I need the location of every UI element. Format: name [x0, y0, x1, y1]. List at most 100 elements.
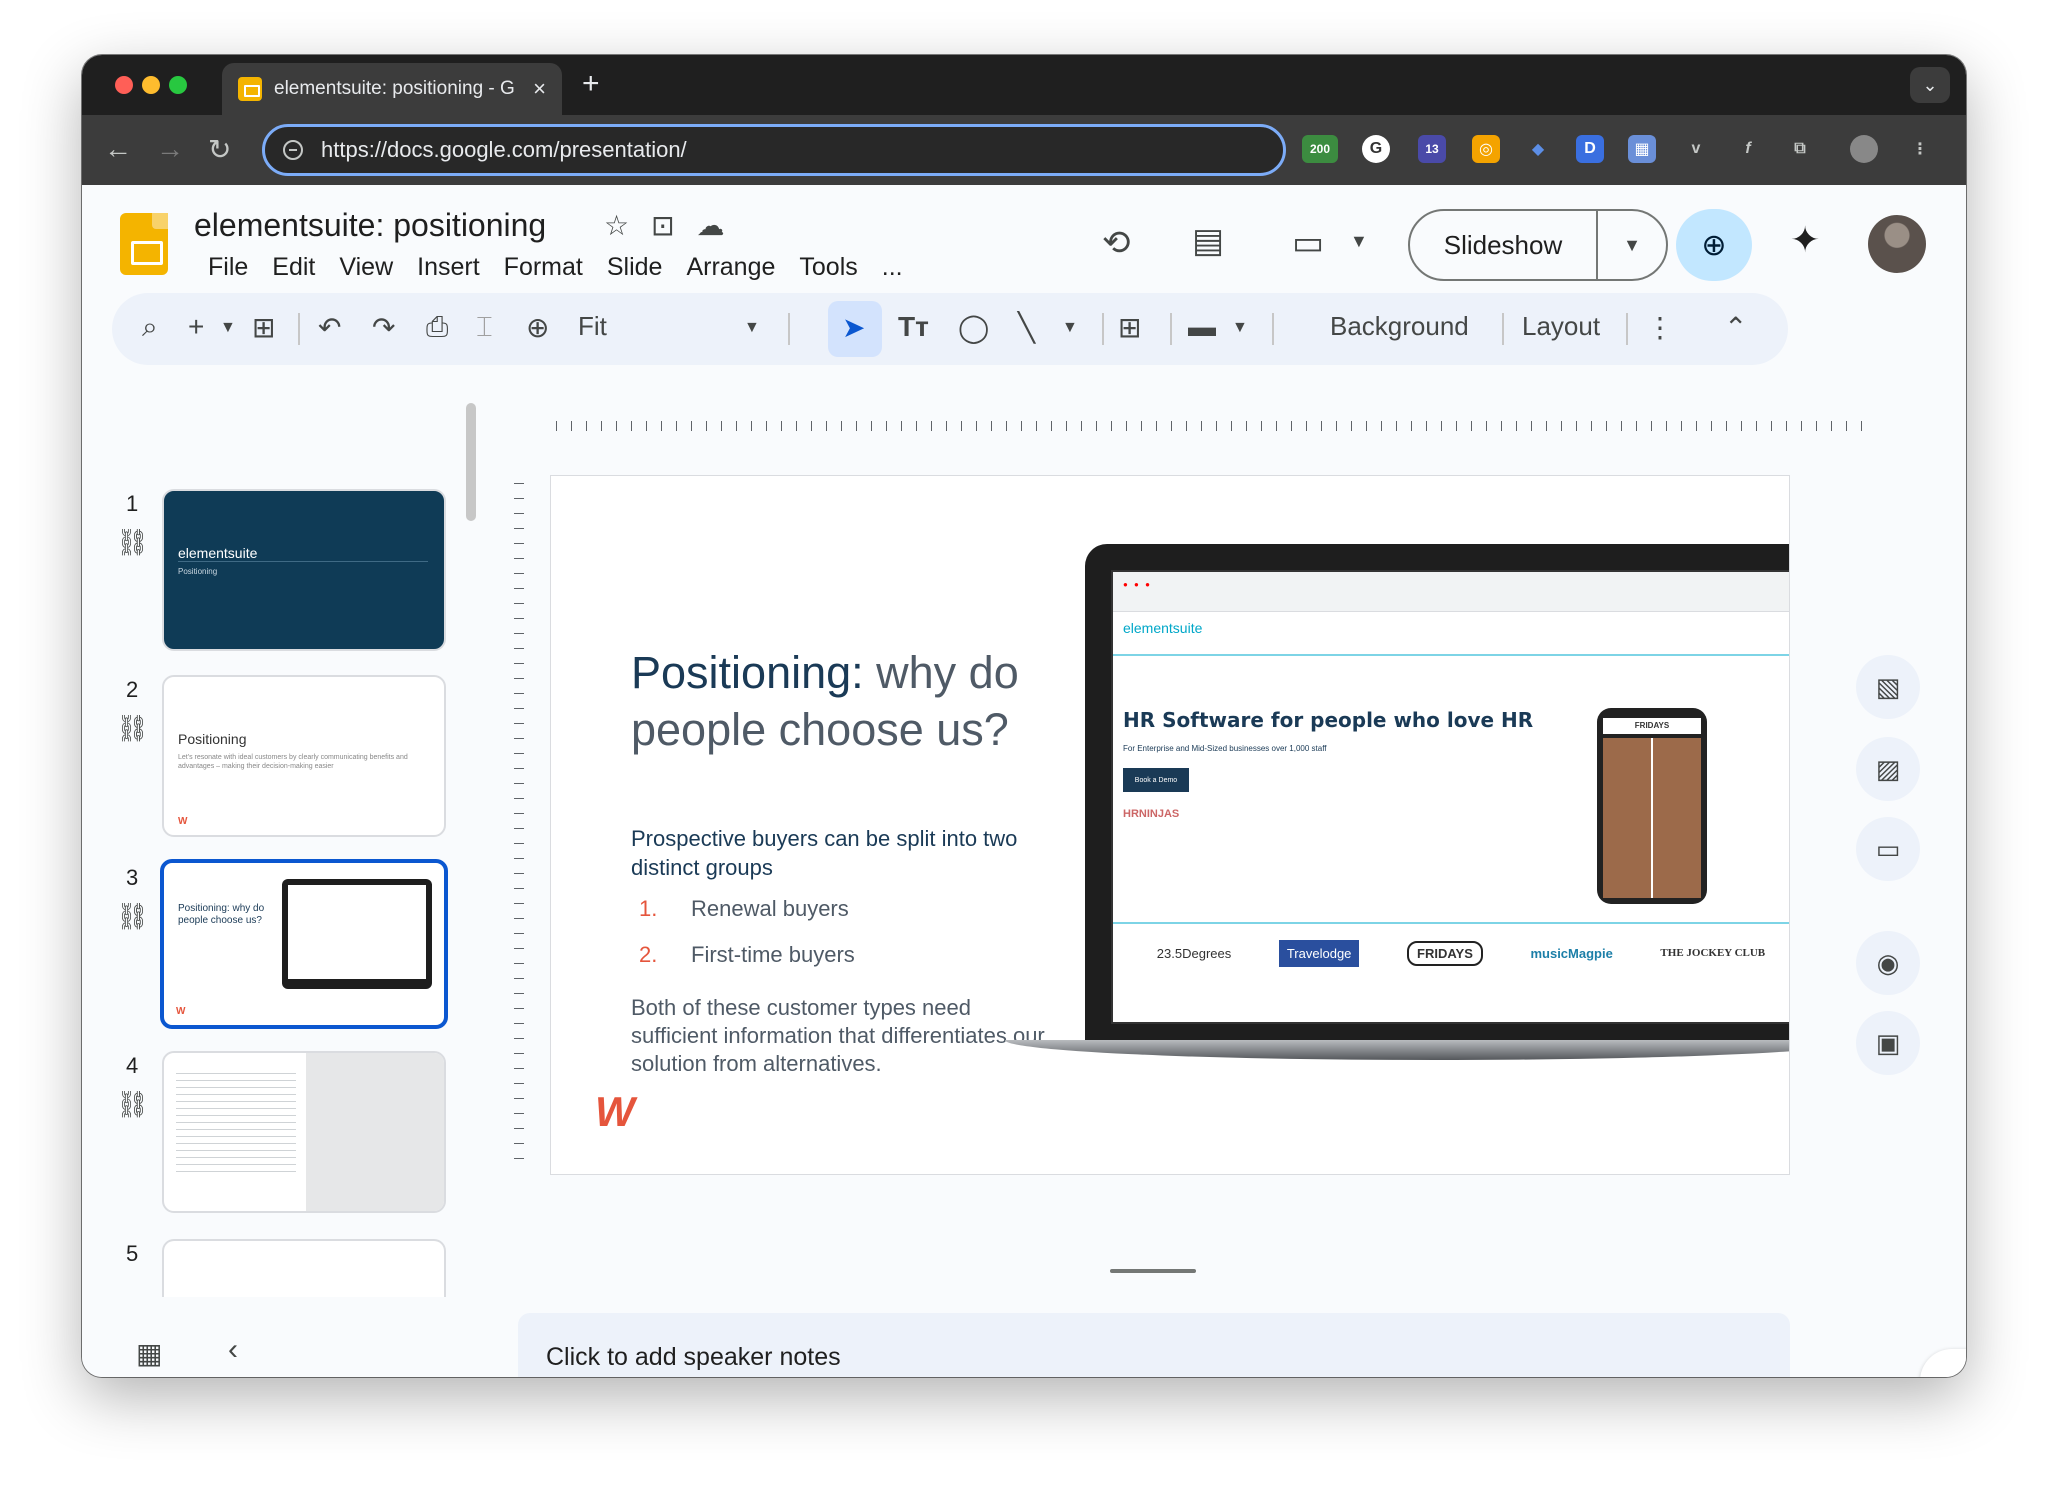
menu-slide[interactable]: Slide: [595, 253, 675, 282]
layout-button[interactable]: Layout: [1522, 311, 1600, 342]
thumb1-title: elementsuite: [178, 545, 258, 561]
laptop-image[interactable]: ● ● ● elementsuite HR Software for peopl…: [1005, 544, 1789, 1064]
forward-arrow-icon[interactable]: →: [156, 133, 184, 165]
input-tools-keyboard-icon[interactable]: ▬: [1188, 311, 1216, 343]
reload-icon[interactable]: ↻: [208, 133, 231, 166]
tab-search-chevron-icon[interactable]: ⌄: [1910, 67, 1950, 103]
address-bar[interactable]: https://docs.google.com/presentation/: [262, 124, 1286, 176]
slide-thumbnail-2[interactable]: Positioning Let's resonate with ideal cu…: [162, 675, 446, 837]
slides-logo-icon[interactable]: [120, 213, 168, 275]
back-arrow-icon[interactable]: ←: [104, 133, 132, 165]
user-avatar[interactable]: [1868, 215, 1926, 273]
show-side-panel-chevron-left-icon[interactable]: ‹: [1920, 1349, 1966, 1377]
more-options-icon[interactable]: ⋮: [1646, 311, 1674, 344]
extension-200-icon[interactable]: 200: [1302, 135, 1338, 163]
menu-insert[interactable]: Insert: [405, 253, 492, 282]
video-record-icon[interactable]: ▣: [1856, 1011, 1920, 1075]
folder-icon[interactable]: ▭: [1856, 817, 1920, 881]
tab-close-icon[interactable]: ×: [533, 76, 546, 102]
extensions-puzzle-icon[interactable]: ⧉: [1786, 135, 1814, 163]
new-slide-layout-icon[interactable]: ⊞: [252, 311, 275, 344]
collapse-filmstrip-chevron-left-icon[interactable]: ‹: [228, 1333, 238, 1367]
browser-menu-icon[interactable]: ⋮: [1906, 135, 1934, 163]
meet-chevron-down-icon[interactable]: ▼: [1350, 231, 1368, 252]
share-add-person-icon[interactable]: ⊕: [1676, 209, 1752, 281]
toolbar-divider: [1170, 313, 1172, 345]
profile-avatar-icon[interactable]: [1850, 135, 1878, 163]
close-window-button[interactable]: [115, 76, 133, 94]
gemini-sparkle-icon[interactable]: ✦: [1790, 219, 1820, 261]
extension-13-icon[interactable]: 13: [1418, 135, 1446, 163]
hide-menus-chevron-up-icon[interactable]: ⌃: [1724, 311, 1747, 344]
grammarly-extension-icon[interactable]: G: [1362, 135, 1390, 163]
line-icon[interactable]: ╲: [1018, 311, 1035, 344]
slide-canvas[interactable]: Positioning: why do people choose us? Pr…: [550, 475, 1790, 1175]
filmstrip-scrollbar[interactable]: [466, 403, 476, 521]
minimize-window-button[interactable]: [142, 76, 160, 94]
site-info-icon[interactable]: [283, 140, 303, 160]
meet-camera-icon[interactable]: ▭: [1292, 223, 1324, 263]
list-item[interactable]: 1. Renewal buyers: [639, 896, 849, 922]
print-icon[interactable]: ⎙: [426, 311, 448, 344]
slide-thumbnail-4[interactable]: [162, 1051, 446, 1213]
slide-thumbnail-3[interactable]: Positioning: why do people choose us? W: [160, 859, 448, 1029]
slide-thumbnail-5[interactable]: [162, 1239, 446, 1297]
menu-tools[interactable]: Tools: [787, 253, 869, 282]
background-button[interactable]: Background: [1330, 311, 1469, 342]
notes-resize-handle[interactable]: [1110, 1269, 1196, 1273]
brand-logo-icon[interactable]: W: [595, 1088, 635, 1136]
slide-outro-text[interactable]: Both of these customer types need suffic…: [631, 994, 1051, 1078]
menu-file[interactable]: File: [196, 253, 260, 282]
slideshow-dropdown-icon[interactable]: ▼: [1598, 235, 1666, 256]
insert-comment-icon[interactable]: ⊞: [1118, 311, 1141, 344]
extension-tag-icon[interactable]: ◆: [1524, 135, 1552, 163]
zoom-chevron-down-icon[interactable]: ▼: [744, 319, 760, 337]
shape-icon[interactable]: ◯: [958, 311, 989, 344]
search-image-icon[interactable]: ▨: [1856, 737, 1920, 801]
menu-arrange[interactable]: Arrange: [674, 253, 787, 282]
record-icon[interactable]: ◉: [1856, 931, 1920, 995]
menu-more[interactable]: ...: [870, 253, 915, 282]
paint-format-icon[interactable]: ⌶: [476, 311, 493, 344]
slideshow-button[interactable]: Slideshow ▼: [1408, 209, 1668, 281]
vertical-ruler[interactable]: [506, 483, 524, 1173]
version-history-icon[interactable]: ⟲: [1102, 223, 1131, 263]
new-tab-button[interactable]: +: [582, 67, 600, 101]
extension-d-icon[interactable]: D: [1576, 135, 1604, 163]
comments-icon[interactable]: ▤: [1192, 221, 1224, 261]
text-box-icon[interactable]: Tт: [898, 311, 929, 343]
cloud-status-icon[interactable]: ☁: [697, 209, 725, 242]
slide-thumbnail-1[interactable]: elementsuite Positioning: [162, 489, 446, 651]
speaker-notes[interactable]: Click to add speaker notes: [518, 1313, 1790, 1377]
menu-edit[interactable]: Edit: [260, 253, 327, 282]
new-slide-plus-icon[interactable]: +: [188, 311, 204, 343]
document-title[interactable]: elementsuite: positioning: [194, 207, 546, 244]
star-icon[interactable]: ☆: [604, 209, 629, 242]
extension-calendar-icon[interactable]: ▦: [1628, 135, 1656, 163]
extension-v-icon[interactable]: v: [1682, 135, 1710, 163]
redo-icon[interactable]: ↷: [372, 311, 395, 344]
extension-honey-icon[interactable]: ◎: [1472, 135, 1500, 163]
zoom-select[interactable]: Fit: [578, 311, 607, 342]
list-item[interactable]: 2. First-time buyers: [639, 942, 855, 968]
new-slide-chevron-down-icon[interactable]: ▼: [220, 319, 236, 337]
extension-fx-icon[interactable]: f: [1734, 135, 1762, 163]
undo-icon[interactable]: ↶: [318, 311, 341, 344]
maximize-window-button[interactable]: [169, 76, 187, 94]
move-folder-icon[interactable]: ⊡: [651, 209, 674, 242]
line-chevron-down-icon[interactable]: ▼: [1062, 319, 1078, 337]
insert-image-icon[interactable]: ▧: [1856, 655, 1920, 719]
search-menus-icon[interactable]: ⌕: [142, 311, 158, 344]
input-tools-chevron-down-icon[interactable]: ▼: [1232, 319, 1248, 337]
select-cursor-icon[interactable]: ➤: [842, 311, 865, 344]
slide-title[interactable]: Positioning: why do people choose us?: [631, 644, 1081, 758]
menu-view[interactable]: View: [327, 253, 405, 282]
grid-view-icon[interactable]: ▦: [136, 1337, 162, 1370]
screen-brand: elementsuite: [1123, 620, 1203, 636]
slide-intro-text[interactable]: Prospective buyers can be split into two…: [631, 824, 1041, 882]
browser-tab[interactable]: elementsuite: positioning - G ×: [222, 63, 562, 115]
menu-format[interactable]: Format: [492, 253, 595, 282]
slideshow-label[interactable]: Slideshow: [1410, 211, 1598, 279]
zoom-icon[interactable]: ⊕: [526, 311, 549, 344]
horizontal-ruler[interactable]: [556, 411, 1862, 431]
